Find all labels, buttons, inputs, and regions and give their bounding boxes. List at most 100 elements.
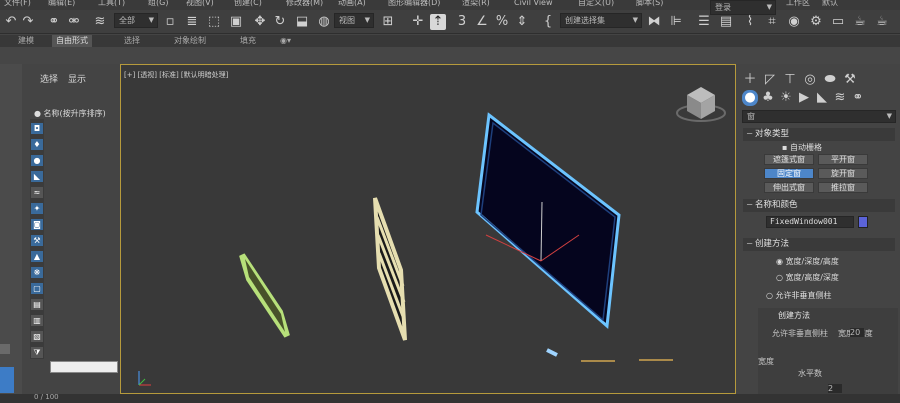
object-name-input[interactable]: FixedWindow001: [766, 216, 854, 228]
helper-filter-icon[interactable]: ≈: [31, 187, 43, 198]
fixed-window-selected[interactable]: [475, 112, 621, 330]
hierarchy-tab-icon[interactable]: ⊤: [782, 72, 798, 88]
menu-edit[interactable]: 编辑(E): [48, 0, 75, 8]
name-color-rollout[interactable]: 名称和颜色: [743, 199, 895, 212]
explorer-tab-select[interactable]: 选择: [40, 72, 58, 85]
menu-customize[interactable]: 自定义(U): [578, 0, 614, 8]
object-color-swatch[interactable]: [858, 216, 868, 228]
pivoted-window-button[interactable]: 旋开窗: [818, 168, 868, 179]
utilities-tab-icon[interactable]: ⚒: [842, 72, 858, 88]
curve-editor-icon[interactable]: ⌇: [742, 14, 758, 30]
menu-rendering[interactable]: 渲染(R): [462, 0, 490, 8]
viewcube-icon[interactable]: [676, 87, 726, 122]
render-frame-icon[interactable]: ▭: [830, 14, 846, 30]
perspective-viewport[interactable]: [+] [透视] [标准] [默认明暗处理]: [120, 64, 736, 394]
explorer-column-header[interactable]: ● 名称(按升序排序): [34, 108, 106, 119]
explorer-horizontal-scrollbar[interactable]: [50, 361, 118, 373]
material-editor-icon[interactable]: ◉: [786, 14, 802, 30]
menu-modifiers[interactable]: 修改器(M): [286, 0, 323, 8]
create-tab-icon[interactable]: ＋: [742, 72, 758, 88]
menu-animation[interactable]: 动画(A): [338, 0, 366, 8]
unlink-icon[interactable]: ⚮: [66, 14, 82, 30]
object-type-rollout[interactable]: 对象类型: [743, 128, 895, 141]
invert-display-icon[interactable]: ▧: [31, 331, 43, 342]
tab-populate[interactable]: 填充: [236, 35, 260, 47]
particle-filter-icon[interactable]: ❋: [31, 267, 43, 278]
creation-method-rollout[interactable]: 创建方法: [743, 238, 895, 251]
menu-file[interactable]: 文件(F): [4, 0, 31, 8]
layer-explorer-icon[interactable]: ☰: [696, 14, 712, 30]
percent-snap-icon[interactable]: %: [494, 14, 510, 30]
pivot-icon[interactable]: ⊞: [380, 14, 396, 30]
mirror-icon[interactable]: ⧓: [646, 14, 662, 30]
edit-named-sets-icon[interactable]: {: [540, 14, 556, 30]
link-icon[interactable]: ⚭: [46, 14, 62, 30]
camera-filter-icon[interactable]: ◣: [31, 171, 43, 182]
geometry-category-icon[interactable]: ●: [742, 90, 758, 106]
menu-graph-editors[interactable]: 图形编辑器(D): [388, 0, 440, 8]
align-icon[interactable]: ⊫: [668, 14, 684, 30]
menu-group[interactable]: 组(G): [148, 0, 168, 8]
menu-scripting[interactable]: 脚本(S): [636, 0, 663, 8]
sliding-window-button[interactable]: 推拉窗: [818, 182, 868, 193]
spacewarps-category-icon[interactable]: ≋: [832, 90, 848, 106]
tab-freeform[interactable]: 自由形式: [52, 35, 92, 47]
cameras-category-icon[interactable]: ▶: [796, 90, 812, 106]
geometry-filter-icon[interactable]: ◘: [31, 123, 43, 134]
explorer-tab-display[interactable]: 显示: [68, 72, 86, 85]
render-setup-icon[interactable]: ⚙: [808, 14, 824, 30]
filter-options-icon[interactable]: ⧩: [31, 347, 43, 358]
window-object-slatted[interactable]: [373, 197, 407, 341]
width-depth-height-radio[interactable]: ◉ 宽度/深度/高度: [776, 256, 839, 267]
lights-category-icon[interactable]: ☀: [778, 90, 794, 106]
shape-filter-icon[interactable]: ♦: [31, 139, 43, 150]
select-object-icon[interactable]: ▫: [162, 14, 178, 30]
auto-grid-checkbox[interactable]: ▪ 自动栅格: [782, 142, 822, 153]
projected-window-button[interactable]: 伸出式窗: [764, 182, 814, 193]
casement-window-button[interactable]: 平开窗: [818, 154, 868, 165]
systems-category-icon[interactable]: ⚭: [850, 90, 866, 106]
toggle-ribbon-icon[interactable]: ▤: [718, 14, 734, 30]
region-select-icon[interactable]: ⬚: [206, 14, 222, 30]
menu-create[interactable]: 创建(C): [234, 0, 262, 8]
bind-icon[interactable]: ≋: [92, 14, 108, 30]
menu-default[interactable]: 默认: [822, 0, 838, 8]
window-crossing-icon[interactable]: ▣: [228, 14, 244, 30]
move-icon[interactable]: ✥: [252, 14, 268, 30]
redo-icon[interactable]: ↷: [20, 14, 36, 30]
allow-non-vertical-checkbox[interactable]: ○ 允许非垂直侧柱: [766, 290, 832, 301]
bone-filter-icon[interactable]: ▲: [31, 251, 43, 262]
selection-filter-dropdown[interactable]: 全部 ▼: [114, 13, 158, 28]
xref-filter-icon[interactable]: ⚒: [31, 235, 43, 246]
spinner-snap-icon[interactable]: ⇕: [514, 14, 530, 30]
undo-icon[interactable]: ↶: [3, 14, 19, 30]
display-tab-icon[interactable]: ⬬: [822, 72, 838, 88]
menu-workspace[interactable]: 工作区: [786, 0, 810, 8]
light-filter-icon[interactable]: ●: [31, 155, 43, 166]
menu-views[interactable]: 视图(V): [186, 0, 214, 8]
snap-icon[interactable]: 3: [454, 14, 470, 30]
reference-coord-dropdown[interactable]: 视图 ▼: [334, 13, 374, 28]
named-selection-sets[interactable]: 创建选择集 ▼: [560, 13, 642, 28]
angle-snap-icon[interactable]: ∠: [474, 14, 490, 30]
render-icon[interactable]: ☕: [852, 14, 868, 30]
fixed-window-button[interactable]: 固定窗: [764, 168, 814, 179]
keyboard-shortcut-icon[interactable]: ⇡: [430, 14, 446, 30]
modify-tab-icon[interactable]: ◸: [762, 72, 778, 88]
motion-tab-icon[interactable]: ◎: [802, 72, 818, 88]
place-icon[interactable]: ◍: [316, 14, 332, 30]
strip-handle[interactable]: [0, 344, 10, 354]
container-filter-icon[interactable]: ▢: [31, 283, 43, 294]
spacewarp-filter-icon[interactable]: ✦: [31, 203, 43, 214]
display-none-icon[interactable]: ▥: [31, 315, 43, 326]
shapes-category-icon[interactable]: ♣: [760, 90, 776, 106]
tab-object-paint[interactable]: 对象绘制: [170, 35, 210, 47]
display-all-icon[interactable]: ▤: [31, 299, 43, 310]
awning-window-button[interactable]: 遮篷式窗: [764, 154, 814, 165]
tab-modeling[interactable]: 建模: [14, 35, 38, 47]
login-dropdown[interactable]: 登录 ▼: [710, 0, 776, 15]
window-object-green[interactable]: [239, 253, 290, 338]
group-filter-icon[interactable]: ◙: [31, 219, 43, 230]
select-by-name-icon[interactable]: ≣: [184, 14, 200, 30]
tab-selection[interactable]: 选择: [120, 35, 144, 47]
